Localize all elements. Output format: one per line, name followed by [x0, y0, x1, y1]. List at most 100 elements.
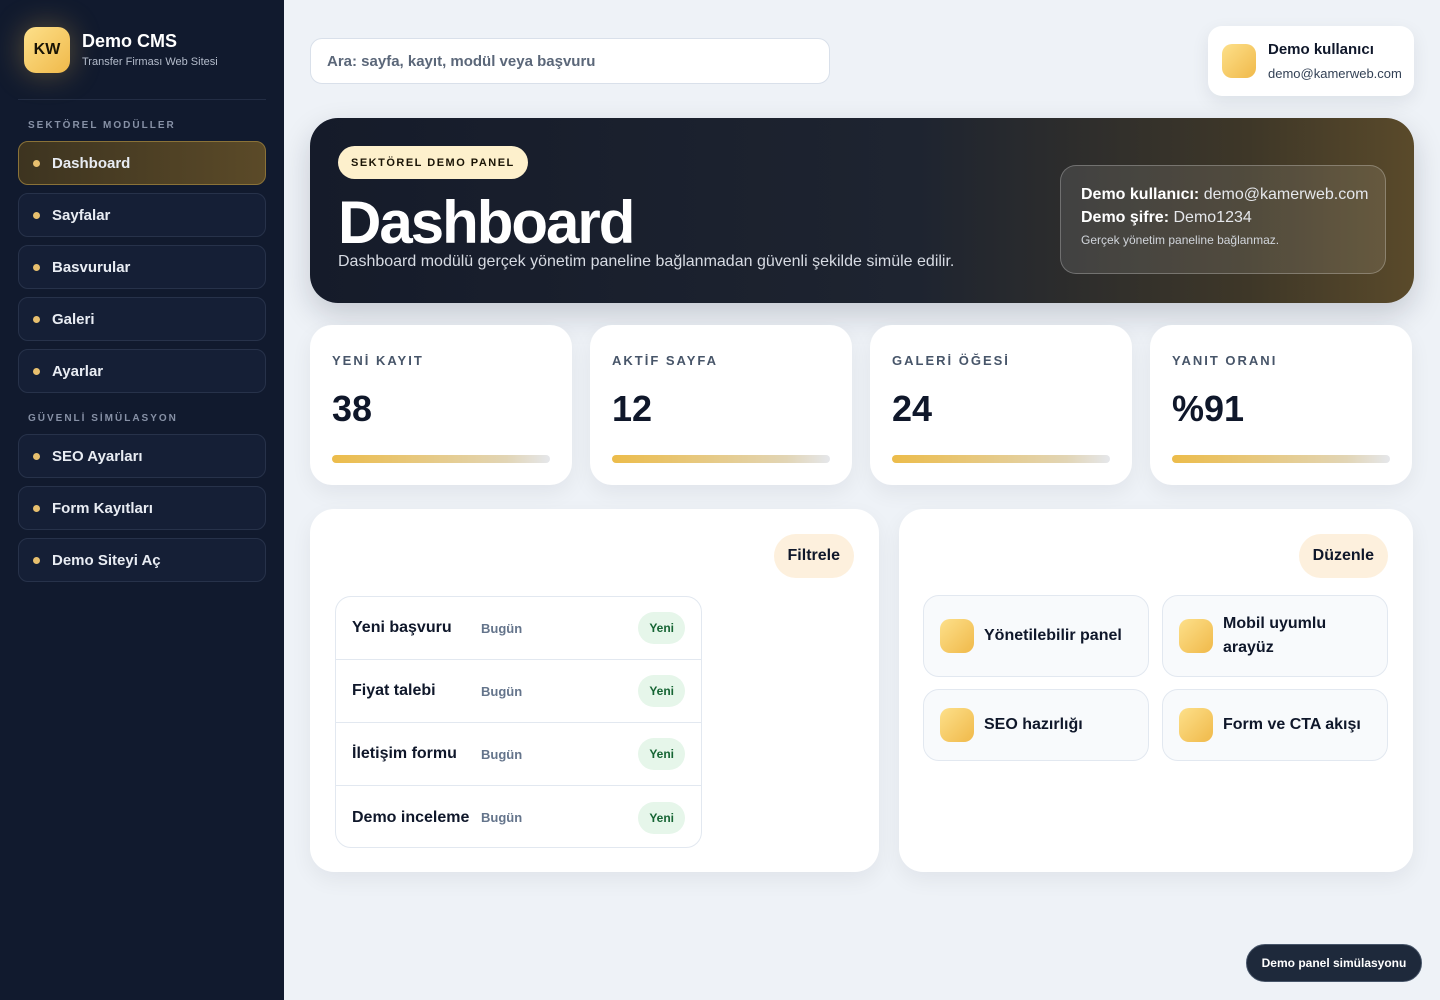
user-name: Demo kullanıcı — [1268, 41, 1374, 58]
record-name: İletişim formu — [352, 745, 457, 762]
records-list: Yeni başvuru Bugün Yeni Fiyat talebi Bug… — [335, 596, 702, 848]
filter-button[interactable]: Filtrele — [773, 534, 854, 578]
sidebar-item-label: Basvurular — [52, 258, 131, 276]
bullet-dot-icon — [33, 452, 40, 460]
record-name: Yeni başvuru — [352, 619, 452, 636]
sidebar-item-sayfalar[interactable]: Sayfalar — [18, 193, 266, 237]
status-badge: Yeni — [638, 675, 685, 707]
bullet-dot-icon — [33, 367, 40, 375]
stat-progress-fill — [332, 455, 550, 463]
list-item[interactable]: Yeni başvuru Bugün Yeni — [336, 597, 701, 660]
sidebar-item-label: Sayfalar — [52, 206, 111, 224]
stat-progress-bar — [612, 455, 830, 463]
search-placeholder: Ara: sayfa, kayıt, modül veya başvuru — [327, 52, 596, 70]
bullet-dot-icon — [33, 263, 40, 271]
sidebar-item-seo[interactable]: SEO Ayarları — [18, 434, 266, 478]
list-item[interactable]: İletişim formu Bugün Yeni — [336, 723, 701, 786]
demo-password-value: Demo1234 — [1173, 209, 1252, 226]
brand[interactable]: KW Demo CMS Transfer Firması Web Sitesi — [18, 0, 266, 100]
hero-badge: SEKTÖREL DEMO PANEL — [338, 146, 528, 179]
feature-card[interactable]: SEO hazırlığı — [923, 689, 1149, 761]
sidebar-item-basvurular[interactable]: Basvurular — [18, 245, 266, 289]
stat-card-new-records: YENİ KAYIT 38 — [310, 325, 572, 485]
records-panel: Filtrele Yeni başvuru Bugün Yeni Fiyat t… — [310, 509, 879, 872]
sidebar-item-label: Form Kayıtları — [52, 499, 153, 517]
demo-user-label: Demo kullanıcı: — [1081, 186, 1200, 203]
sidebar-item-label: Dashboard — [52, 154, 131, 172]
feature-icon — [940, 619, 974, 653]
feature-card[interactable]: Mobil uyumlu arayüz — [1162, 595, 1388, 677]
sidebar-item-label: Galeri — [52, 310, 95, 328]
status-badge: Yeni — [638, 738, 685, 770]
record-date: Bugün — [481, 620, 523, 636]
sidebar-item-form-kayitlari[interactable]: Form Kayıtları — [18, 486, 266, 530]
brand-logo: KW — [24, 26, 70, 73]
bullet-dot-icon — [33, 159, 40, 167]
bullet-dot-icon — [33, 211, 40, 219]
sidebar-item-label: Demo Siteyi Aç — [52, 551, 161, 569]
demo-simulation-toast[interactable]: Demo panel simülasyonu — [1246, 944, 1422, 982]
sidebar-item-dashboard[interactable]: Dashboard — [18, 141, 266, 185]
stat-value: 12 — [612, 388, 653, 429]
stat-card-response-rate: YANIT ORANI %91 — [1150, 325, 1412, 485]
hero-banner: SEKTÖREL DEMO PANEL Dashboard Dashboard … — [310, 118, 1414, 303]
list-item[interactable]: Fiyat talebi Bugün Yeni — [336, 660, 701, 723]
stat-progress-fill — [612, 455, 830, 463]
feature-icon — [1179, 619, 1213, 653]
stat-progress-bar — [892, 455, 1110, 463]
feature-label: Form ve CTA akışı — [1223, 716, 1361, 733]
demo-user-value: demo@kamerweb.com — [1203, 186, 1369, 203]
status-badge: Yeni — [638, 612, 685, 644]
demo-password-label: Demo şifre: — [1081, 209, 1170, 226]
stat-card-gallery-items: GALERİ ÖĞESİ 24 — [870, 325, 1132, 485]
feature-label: Yönetilebilir panel — [984, 627, 1122, 644]
bullet-dot-icon — [33, 315, 40, 323]
avatar — [1222, 44, 1256, 78]
feature-card[interactable]: Yönetilebilir panel — [923, 595, 1149, 677]
brand-subtitle: Transfer Firması Web Sitesi — [82, 56, 218, 68]
record-name: Demo inceleme — [352, 808, 470, 826]
stat-value: %91 — [1172, 388, 1245, 429]
stat-card-active-pages: AKTİF SAYFA 12 — [590, 325, 852, 485]
sidebar-item-demo-site[interactable]: Demo Siteyi Aç — [18, 538, 266, 582]
record-date: Bugün — [481, 746, 523, 762]
edit-button[interactable]: Düzenle — [1298, 534, 1388, 578]
feature-icon — [940, 708, 974, 742]
search-input[interactable]: Ara: sayfa, kayıt, modül veya başvuru — [310, 38, 830, 84]
stat-progress-fill — [892, 455, 1110, 463]
status-badge: Yeni — [638, 801, 685, 834]
record-date: Bugün — [481, 810, 523, 825]
user-email: demo@kamerweb.com — [1268, 66, 1402, 81]
stat-label: YENİ KAYIT — [332, 353, 424, 368]
features-panel: Düzenle Yönetilebilir panel Mobil uyumlu… — [899, 509, 1413, 872]
sidebar: KW Demo CMS Transfer Firması Web Sitesi … — [0, 0, 284, 1000]
hero-description: Dashboard modülü gerçek yönetim paneline… — [338, 253, 955, 270]
stat-label: AKTİF SAYFA — [612, 353, 719, 368]
bullet-dot-icon — [33, 504, 40, 512]
feature-card[interactable]: Form ve CTA akışı — [1162, 689, 1388, 761]
sidebar-item-label: SEO Ayarları — [52, 447, 143, 465]
sidebar-item-ayarlar[interactable]: Ayarlar — [18, 349, 266, 393]
section-label-modules: SEKTÖREL MODÜLLER — [28, 120, 176, 131]
list-item[interactable]: Demo inceleme Bugün Yeni — [336, 786, 701, 847]
record-name: Fiyat talebi — [352, 682, 436, 699]
user-card[interactable]: Demo kullanıcı demo@kamerweb.com — [1208, 26, 1414, 96]
demo-note: Gerçek yönetim paneline bağlanmaz. — [1081, 233, 1280, 247]
section-label-simulation: GÜVENLİ SİMÜLASYON — [28, 413, 178, 424]
stats-row: YENİ KAYIT 38 AKTİF SAYFA 12 GALERİ ÖĞES… — [310, 325, 1414, 485]
record-date: Bugün — [481, 683, 523, 699]
stat-progress-bar — [332, 455, 550, 463]
sidebar-item-galeri[interactable]: Galeri — [18, 297, 266, 341]
stat-value: 38 — [332, 388, 373, 429]
stat-progress-bar — [1172, 455, 1390, 463]
brand-title: Demo CMS — [82, 31, 178, 51]
sidebar-item-label: Ayarlar — [52, 362, 104, 380]
demo-credentials-box: Demo kullanıcı: demo@kamerweb.com Demo ş… — [1060, 165, 1386, 274]
feature-label: Mobil uyumlu arayüz — [1223, 615, 1327, 656]
stat-value: 24 — [892, 388, 933, 429]
feature-icon — [1179, 708, 1213, 742]
page-title: Dashboard — [338, 189, 635, 256]
stat-progress-fill — [1172, 455, 1390, 463]
feature-label: SEO hazırlığı — [984, 716, 1083, 733]
stat-label: GALERİ ÖĞESİ — [892, 353, 1010, 368]
